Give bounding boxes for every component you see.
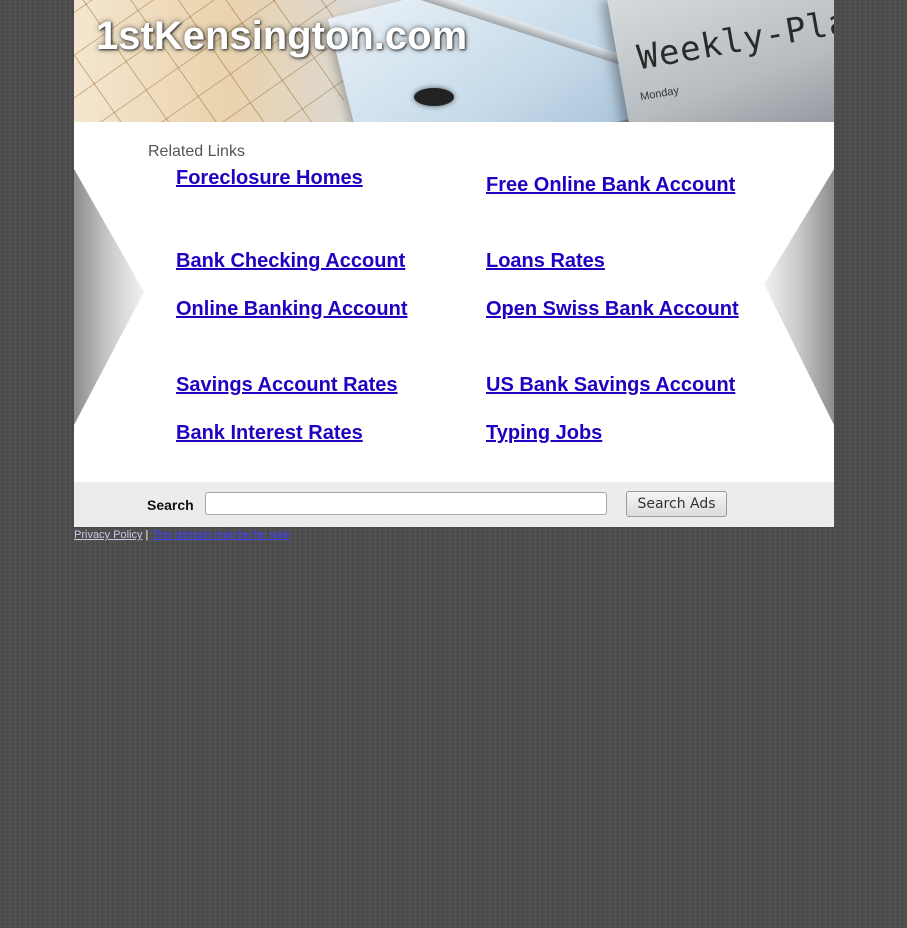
search-ads-button[interactable]: Search Ads	[626, 491, 727, 517]
related-link[interactable]: Free Online Bank Account	[486, 171, 746, 199]
related-link[interactable]: Savings Account Rates	[176, 371, 446, 399]
related-link[interactable]: Bank Interest Rates	[176, 419, 446, 447]
related-link[interactable]: Foreclosure Homes	[176, 164, 446, 192]
footer: Privacy Policy | This domain may be for …	[74, 527, 834, 541]
binder-clip-graphic	[414, 88, 454, 106]
related-link[interactable]: Loans Rates	[486, 247, 746, 275]
privacy-policy-link[interactable]: Privacy Policy	[74, 529, 142, 541]
left-chevron-decoration	[74, 169, 144, 425]
related-link[interactable]: Online Banking Account	[176, 295, 446, 323]
related-link[interactable]: Typing Jobs	[486, 419, 746, 447]
right-chevron-decoration	[764, 169, 834, 425]
search-label: Search	[147, 497, 194, 513]
related-link[interactable]: Bank Checking Account	[176, 247, 446, 275]
site-title: 1stKensington.com	[96, 14, 468, 58]
related-link[interactable]: Open Swiss Bank Account	[486, 295, 746, 323]
domain-for-sale-link[interactable]: This domain may be for sale	[151, 529, 289, 541]
search-bar: Search Search Ads	[74, 482, 834, 527]
footer-separator: |	[145, 529, 149, 541]
related-links-section: Related Links Foreclosure Homes Free Onl…	[74, 122, 834, 482]
page-wrapper: Weekly-Plan Monday 1stKensington.com Rel…	[74, 0, 834, 541]
header-banner: Weekly-Plan Monday 1stKensington.com	[74, 0, 834, 122]
search-input[interactable]	[205, 492, 607, 515]
related-link[interactable]: US Bank Savings Account	[486, 371, 746, 399]
related-links-heading: Related Links	[148, 143, 245, 160]
